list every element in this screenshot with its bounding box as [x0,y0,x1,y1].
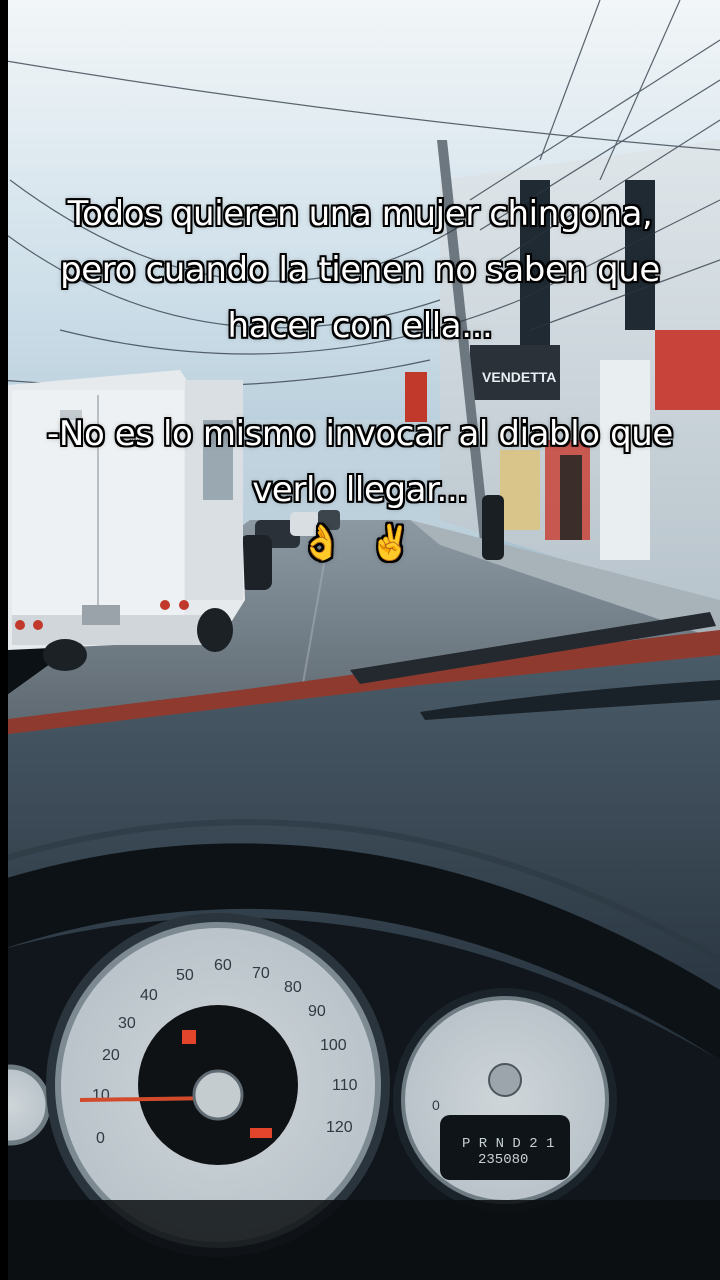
svg-text:60: 60 [214,957,232,974]
caption-emojis: 👌 ✌️ [300,523,420,563]
odometer: 235080 [478,1152,528,1168]
svg-text:50: 50 [176,967,194,984]
svg-text:20: 20 [102,1047,120,1064]
caption-line: hacer con ella... [227,306,493,346]
svg-text:0: 0 [432,1097,440,1113]
caption-line: pero cuando la tienen no saben que [60,250,660,290]
caption-line: verlo llegar... [252,470,468,510]
frame-edge [0,0,8,1280]
gear-indicator: P R N D 2 1 [462,1136,554,1152]
video-frame: VENDETTA 0 10 20 30 40 50 60 70 80 90 10… [0,0,720,1280]
svg-text:90: 90 [308,1003,326,1020]
overlay-caption: Todos quieren una mujer chingona, pero c… [20,186,700,568]
gear-gauge: 0 P R N D 2 1 235080 [393,988,617,1212]
svg-text:100: 100 [320,1037,347,1054]
caption-line: -No es lo mismo invocar al diablo que [47,414,673,454]
caption-line: Todos quieren una mujer chingona, [67,194,653,234]
svg-text:70: 70 [252,965,270,982]
svg-text:0: 0 [96,1130,105,1147]
svg-text:110: 110 [332,1077,358,1094]
svg-text:80: 80 [284,979,302,996]
svg-text:30: 30 [118,1015,136,1032]
svg-text:120: 120 [326,1119,353,1136]
svg-text:40: 40 [140,987,158,1004]
